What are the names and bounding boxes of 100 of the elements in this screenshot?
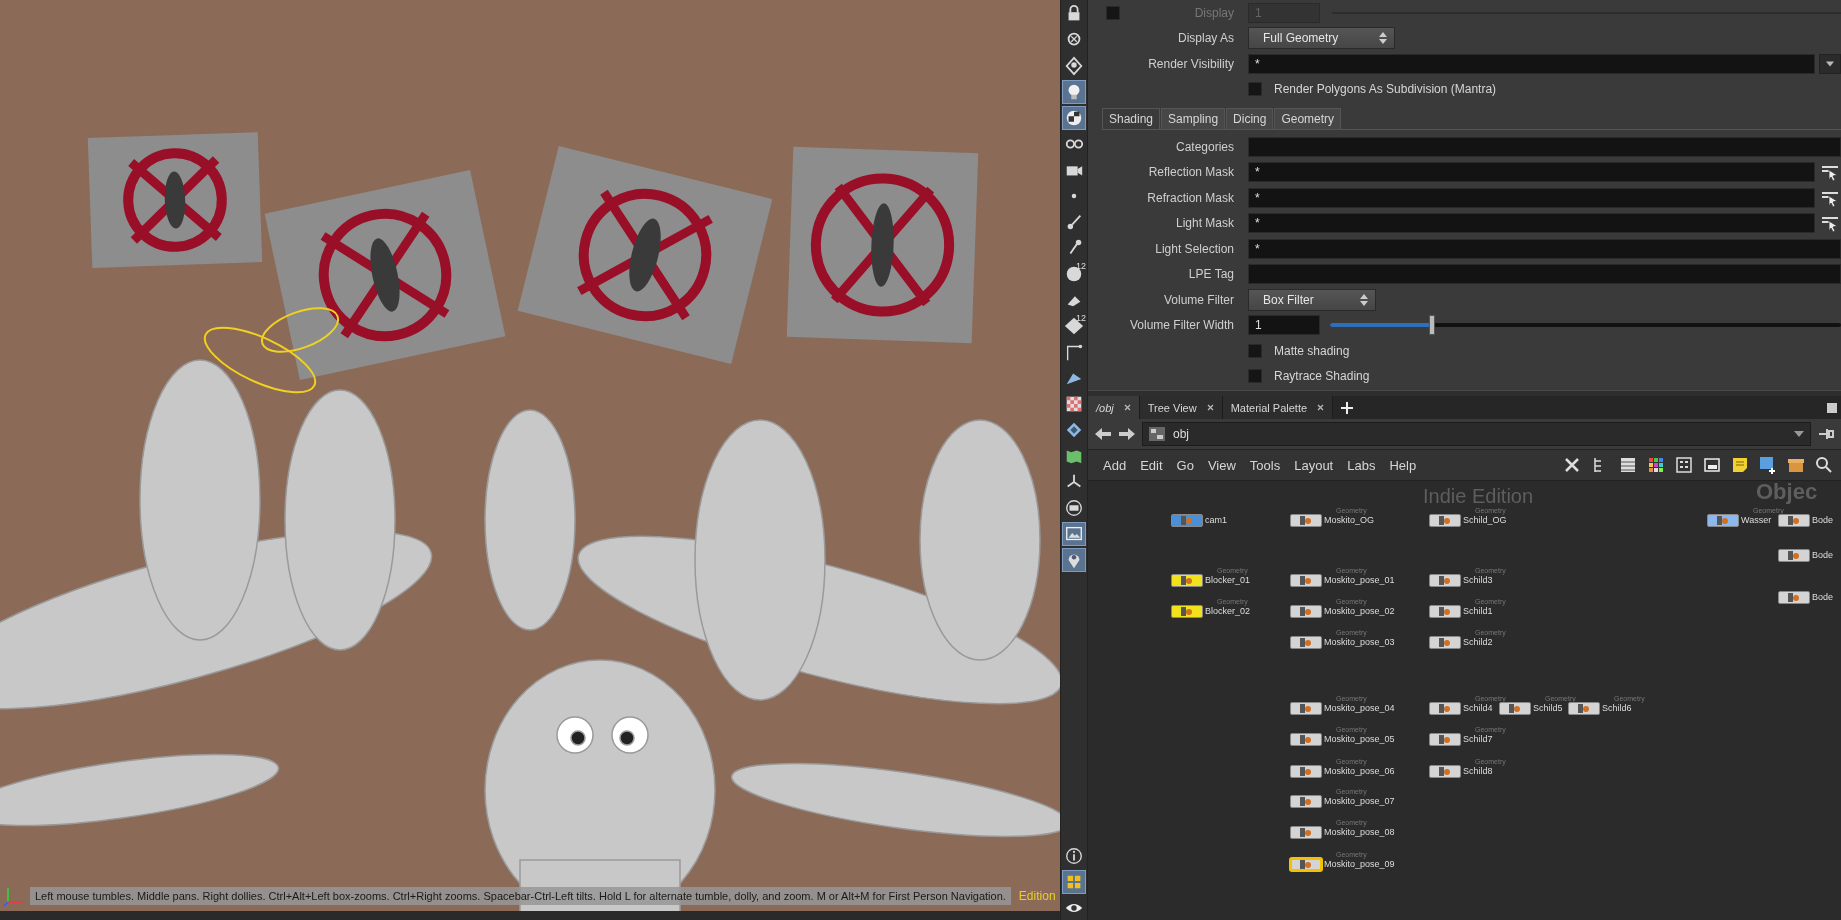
- sticky-note-icon[interactable]: [1731, 456, 1749, 474]
- network-node[interactable]: [1290, 574, 1322, 587]
- tools-icon[interactable]: [1563, 456, 1581, 474]
- network-node[interactable]: [1429, 733, 1461, 746]
- menu-item[interactable]: View: [1200, 457, 1243, 473]
- pin-icon[interactable]: [1817, 426, 1835, 442]
- text-field[interactable]: *: [1248, 213, 1815, 234]
- node-icon: [1300, 828, 1312, 837]
- node-icon: [1300, 607, 1312, 616]
- menu-item[interactable]: Labs: [1340, 457, 1383, 473]
- network-node[interactable]: [1171, 514, 1203, 527]
- text-field[interactable]: *: [1248, 238, 1841, 259]
- network-node[interactable]: [1429, 702, 1461, 715]
- network-node[interactable]: [1290, 636, 1322, 649]
- menu-item[interactable]: Tools: [1242, 457, 1288, 473]
- node-name: Moskito_pose_08: [1324, 827, 1395, 838]
- pane-tab[interactable]: Tree View: [1139, 396, 1223, 419]
- parameter-label: Light Mask: [1174, 216, 1234, 231]
- checkbox[interactable]: [1248, 369, 1262, 384]
- pane-tab[interactable]: /obj: [1088, 396, 1140, 419]
- close-icon[interactable]: [1317, 404, 1325, 411]
- checker-icon: [1064, 394, 1084, 414]
- dropdown-arrow-icon[interactable]: [1794, 431, 1804, 437]
- checkbox[interactable]: [1248, 343, 1262, 358]
- parameter-label: Display: [1194, 5, 1234, 20]
- network-node[interactable]: [1499, 702, 1531, 715]
- add-tab-icon[interactable]: [1341, 401, 1354, 414]
- text-field[interactable]: [1248, 264, 1841, 285]
- node-icon: [1439, 767, 1451, 776]
- back-arrow-icon[interactable]: [1094, 426, 1112, 442]
- parameter-tab[interactable]: Dicing: [1226, 108, 1274, 129]
- menu-item[interactable]: Help: [1382, 457, 1424, 473]
- node-name: Schild3: [1463, 575, 1494, 586]
- text-field[interactable]: [1248, 136, 1841, 157]
- network-node[interactable]: [1171, 574, 1203, 587]
- network-node[interactable]: [1778, 591, 1810, 604]
- shelf-tool-button[interactable]: 12: [1062, 314, 1086, 338]
- box-icon[interactable]: [1787, 456, 1805, 474]
- checkbox-label: Matte shading: [1274, 343, 1350, 358]
- node-name: Schild6: [1602, 703, 1633, 714]
- text-field[interactable]: *: [1248, 53, 1815, 74]
- network-node[interactable]: [1171, 605, 1203, 618]
- network-node[interactable]: [1429, 605, 1461, 618]
- pane-tab[interactable]: Material Palette: [1222, 396, 1334, 419]
- shelf-tool-button[interactable]: [1062, 106, 1086, 130]
- maximize-icon[interactable]: [1827, 402, 1837, 413]
- diamond-bulb-icon: [1064, 56, 1084, 76]
- menu-item[interactable]: Edit: [1133, 457, 1170, 473]
- search-icon[interactable]: [1815, 456, 1833, 474]
- close-icon[interactable]: [1123, 404, 1131, 411]
- parameter-tab[interactable]: Geometry: [1274, 108, 1342, 129]
- slider-handle[interactable]: [1429, 315, 1436, 336]
- node-name: Bode: [1812, 550, 1834, 561]
- node-icon: [1300, 704, 1312, 713]
- node-name: Schild4: [1463, 703, 1494, 714]
- color-grid-icon[interactable]: [1647, 456, 1665, 474]
- network-node[interactable]: [1429, 514, 1461, 527]
- network-node[interactable]: [1778, 514, 1810, 527]
- network-node[interactable]: [1778, 549, 1810, 562]
- network-node[interactable]: [1290, 858, 1322, 871]
- slider-track[interactable]: [1330, 315, 1841, 336]
- add-image-icon[interactable]: [1759, 456, 1777, 474]
- text-field[interactable]: *: [1248, 187, 1815, 208]
- grid-icon[interactable]: [1675, 456, 1693, 474]
- network-node[interactable]: [1290, 702, 1322, 715]
- dropdown[interactable]: Box Filter: [1248, 288, 1376, 311]
- node-name: Schild2: [1463, 637, 1494, 648]
- menu-item[interactable]: Go: [1169, 457, 1201, 473]
- node-name: Bode: [1812, 592, 1834, 603]
- node-icon: [1578, 704, 1590, 713]
- node-icon: [1509, 704, 1521, 713]
- path-field[interactable]: obj: [1142, 422, 1811, 446]
- network-node[interactable]: [1290, 514, 1322, 527]
- network-node[interactable]: [1290, 733, 1322, 746]
- shelf-tool-button[interactable]: 12: [1062, 262, 1086, 286]
- dropdown-button[interactable]: [1819, 53, 1841, 74]
- forward-arrow-icon[interactable]: [1118, 426, 1136, 442]
- number-field[interactable]: 1: [1248, 315, 1320, 336]
- network-node[interactable]: [1429, 765, 1461, 778]
- close-icon[interactable]: [1206, 404, 1214, 411]
- network-node[interactable]: [1290, 765, 1322, 778]
- node-name: Moskito_pose_05: [1324, 734, 1395, 745]
- node-box-icon[interactable]: [1703, 456, 1721, 474]
- text-field[interactable]: *: [1248, 162, 1815, 183]
- network-node[interactable]: [1290, 605, 1322, 618]
- network-node[interactable]: [1290, 826, 1322, 839]
- menu-item[interactable]: Add: [1096, 457, 1134, 473]
- network-node[interactable]: [1568, 702, 1600, 715]
- network-node[interactable]: [1290, 795, 1322, 808]
- parameter-label: Categories: [1174, 139, 1234, 154]
- network-node[interactable]: [1707, 514, 1739, 527]
- checkbox[interactable]: [1248, 82, 1262, 97]
- network-node[interactable]: [1429, 574, 1461, 587]
- node-icon: [1300, 797, 1312, 806]
- parameter-tab[interactable]: Shading: [1102, 108, 1161, 129]
- network-node[interactable]: [1429, 636, 1461, 649]
- parameter-tab[interactable]: Sampling: [1161, 108, 1226, 129]
- menu-item[interactable]: Layout: [1287, 457, 1341, 473]
- list-icon[interactable]: [1619, 456, 1637, 474]
- dropdown[interactable]: Full Geometry: [1248, 27, 1396, 50]
